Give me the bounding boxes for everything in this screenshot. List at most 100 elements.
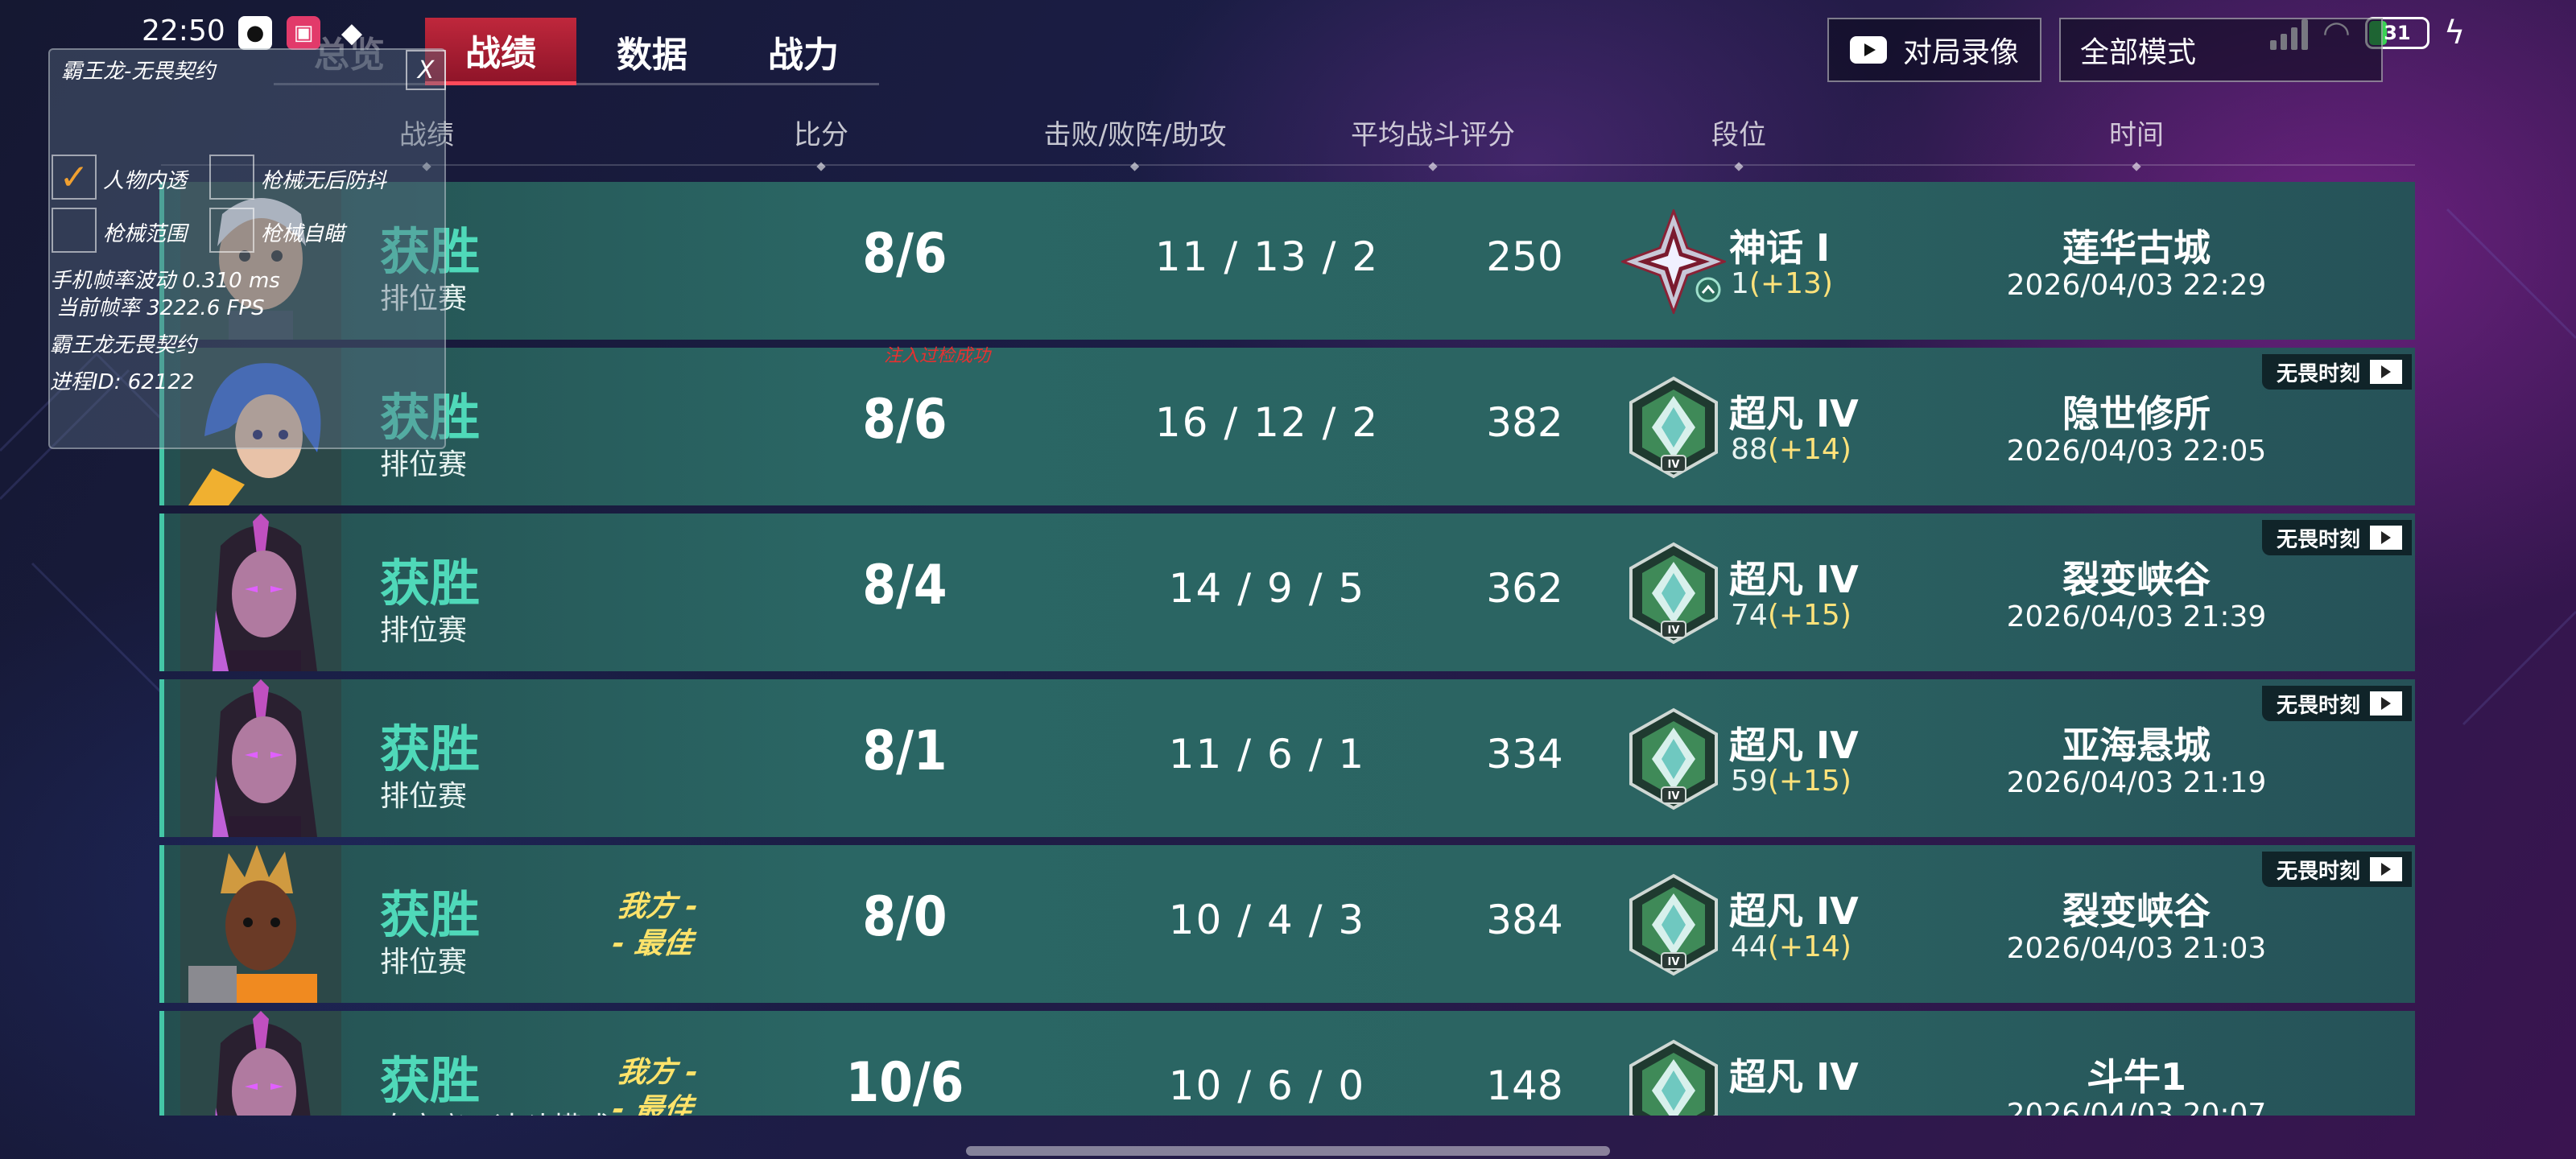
mode-filter-select[interactable]: 全部模式 — [2059, 18, 2383, 82]
match-map: 裂变峡谷 — [2062, 558, 2211, 601]
overlay-panel: 霸王龙-无畏契约 X ✓ 人物内透 枪械无后防抖 枪械范围 枪械自瞄 手机帧率波… — [48, 48, 446, 449]
rank-name: 超凡 IV — [1729, 724, 1859, 767]
match-kda: 11 / 13 / 2 — [1154, 233, 1380, 280]
overlay-checkbox[interactable] — [209, 155, 254, 200]
col-acs: 平均战斗评分 — [1351, 113, 1515, 152]
table-header: 战绩 比分 击败/败阵/助攻 平均战斗评分 段位 时间 — [161, 113, 2415, 166]
match-score: 8/0 — [862, 885, 947, 949]
match-acs: 334 — [1486, 731, 1563, 777]
video-icon — [1849, 36, 1887, 64]
match-map: 裂变峡谷 — [2062, 889, 2211, 933]
team-mvp-badge: 我方 -- 最佳 — [609, 890, 700, 960]
agent-avatar — [180, 679, 341, 837]
rank-points: 88(+14) — [1731, 433, 1852, 466]
team-mvp-badge: 我方 -- 最佳 — [609, 1056, 700, 1116]
match-map: 隐世修所 — [2062, 392, 2211, 435]
match-mode: 排位赛 — [380, 614, 468, 647]
rank-name: 超凡 IV — [1729, 1055, 1859, 1099]
match-map: 亚海悬城 — [2062, 724, 2211, 767]
match-date: 2026/04/03 22:05 — [2006, 435, 2267, 468]
rank-name: 超凡 IV — [1729, 889, 1859, 933]
match-result: 获胜 — [380, 720, 481, 778]
rank-ascendant-icon — [1621, 541, 1726, 645]
rank-points: 59(+15) — [1731, 765, 1852, 798]
match-row[interactable]: 获胜 排位赛 我方 -- 最佳 8/0 10 / 4 / 3 384 超凡 IV… — [159, 845, 2415, 1003]
film-icon — [2370, 360, 2402, 384]
qq-icon: ● — [238, 16, 272, 50]
rank-ascendant-icon — [1621, 375, 1726, 480]
overlay-title: 霸王龙-无畏契约 — [61, 60, 216, 84]
film-icon — [2370, 691, 2402, 716]
match-map: 斗牛1 — [2086, 1055, 2186, 1099]
col-rank: 段位 — [1711, 113, 1766, 152]
highlight-badge[interactable]: 无畏时刻 — [2261, 852, 2412, 887]
match-row[interactable]: 获胜 排位赛 8/4 14 / 9 / 5 362 超凡 IV 74(+15) … — [159, 514, 2415, 671]
match-acs: 250 — [1486, 233, 1563, 280]
rank-ascendant-icon — [1621, 1038, 1726, 1116]
overlay-close-button[interactable]: X — [406, 50, 446, 90]
match-acs: 362 — [1486, 565, 1563, 612]
match-mode: 自定义 · 决斗模式 — [380, 1104, 610, 1116]
rank-mythic-icon — [1621, 209, 1726, 314]
overlay-checkbox-checked[interactable]: ✓ — [52, 155, 97, 200]
col-score: 比分 — [794, 113, 848, 152]
battery-level: 31 — [2384, 22, 2411, 44]
film-icon — [2370, 857, 2402, 881]
match-row[interactable]: 获胜 排位赛 8/1 11 / 6 / 1 334 超凡 IV 59(+15) … — [159, 679, 2415, 837]
rank-name: 神话 I — [1729, 226, 1831, 270]
match-result: 获胜 — [380, 1051, 481, 1110]
match-date: 2026/04/03 22:29 — [2006, 269, 2267, 302]
match-score: 10/6 — [845, 1051, 964, 1115]
match-replay-button[interactable]: 对局录像 — [1827, 18, 2041, 82]
col-kda: 击败/败阵/助攻 — [1044, 113, 1227, 152]
match-result: 获胜 — [380, 554, 481, 612]
agent-avatar — [180, 845, 341, 1003]
rank-points: 44(+14) — [1731, 930, 1852, 963]
match-kda: 10 / 4 / 3 — [1168, 897, 1366, 943]
match-score: 8/4 — [862, 554, 947, 617]
mode-filter-value: 全部模式 — [2080, 36, 2197, 69]
tab-match-history[interactable]: 战绩 — [425, 18, 576, 85]
overlay-option-label: 枪械自瞄 — [261, 222, 345, 246]
match-score: 8/1 — [862, 720, 947, 783]
overlay-checkbox[interactable] — [209, 208, 254, 253]
match-kda: 11 / 6 / 1 — [1168, 731, 1366, 777]
match-kda: 10 / 6 / 0 — [1168, 1062, 1366, 1109]
rank-ascendant-icon — [1621, 707, 1726, 811]
home-indicator[interactable] — [966, 1146, 1610, 1156]
rank-ascendant-icon — [1621, 872, 1726, 977]
tab-power[interactable]: 战力 — [728, 18, 879, 85]
charging-icon: ϟ — [2443, 14, 2466, 52]
rank-name: 超凡 IV — [1729, 392, 1859, 435]
highlight-badge[interactable]: 无畏时刻 — [2261, 520, 2412, 555]
agent-avatar — [180, 1011, 341, 1116]
match-kda: 14 / 9 / 5 — [1168, 565, 1366, 612]
check-icon: ✓ — [59, 156, 89, 198]
match-row[interactable]: 获胜 自定义 · 决斗模式 我方 -- 最佳 10/6 10 / 6 / 0 1… — [159, 1011, 2415, 1116]
rank-points: 1(+13) — [1731, 267, 1833, 300]
match-row[interactable]: 获胜 排位赛 8/6 11 / 13 / 2 250 神话 I 1(+13) 莲… — [159, 182, 2415, 340]
match-replay-label: 对局录像 — [1902, 36, 2019, 69]
overlay-checkbox[interactable] — [52, 208, 97, 253]
match-date: 2026/04/03 20:07 — [2006, 1098, 2267, 1116]
match-mode: 排位赛 — [380, 780, 468, 813]
match-kda: 16 / 12 / 2 — [1154, 399, 1380, 446]
inject-status-text: 注入过检成功 — [884, 346, 991, 366]
process-id-readout: 进程ID: 62122 — [50, 370, 195, 394]
current-fps-readout: 当前帧率 3222.6 FPS — [56, 296, 265, 320]
match-acs: 384 — [1486, 897, 1563, 943]
highlight-badge[interactable]: 无畏时刻 — [2261, 686, 2412, 721]
overlay-option-label: 枪械无后防抖 — [261, 169, 387, 193]
match-acs: 148 — [1486, 1062, 1563, 1109]
tab-stats[interactable]: 数据 — [576, 18, 728, 85]
status-time: 22:50 — [142, 14, 225, 47]
match-row[interactable]: 获胜 排位赛 8/6 16 / 12 / 2 382 超凡 IV 88(+14)… — [159, 348, 2415, 505]
match-acs: 382 — [1486, 399, 1563, 446]
rank-points: 74(+15) — [1731, 599, 1852, 632]
highlight-badge[interactable]: 无畏时刻 — [2261, 354, 2412, 390]
match-score: 8/6 — [862, 388, 947, 452]
match-score: 8/6 — [862, 222, 947, 286]
col-time: 时间 — [2109, 113, 2164, 152]
overlay-option-label: 人物内透 — [103, 169, 188, 193]
match-list: 获胜 排位赛 8/6 11 / 13 / 2 250 神话 I 1(+13) 莲… — [159, 182, 2415, 1116]
